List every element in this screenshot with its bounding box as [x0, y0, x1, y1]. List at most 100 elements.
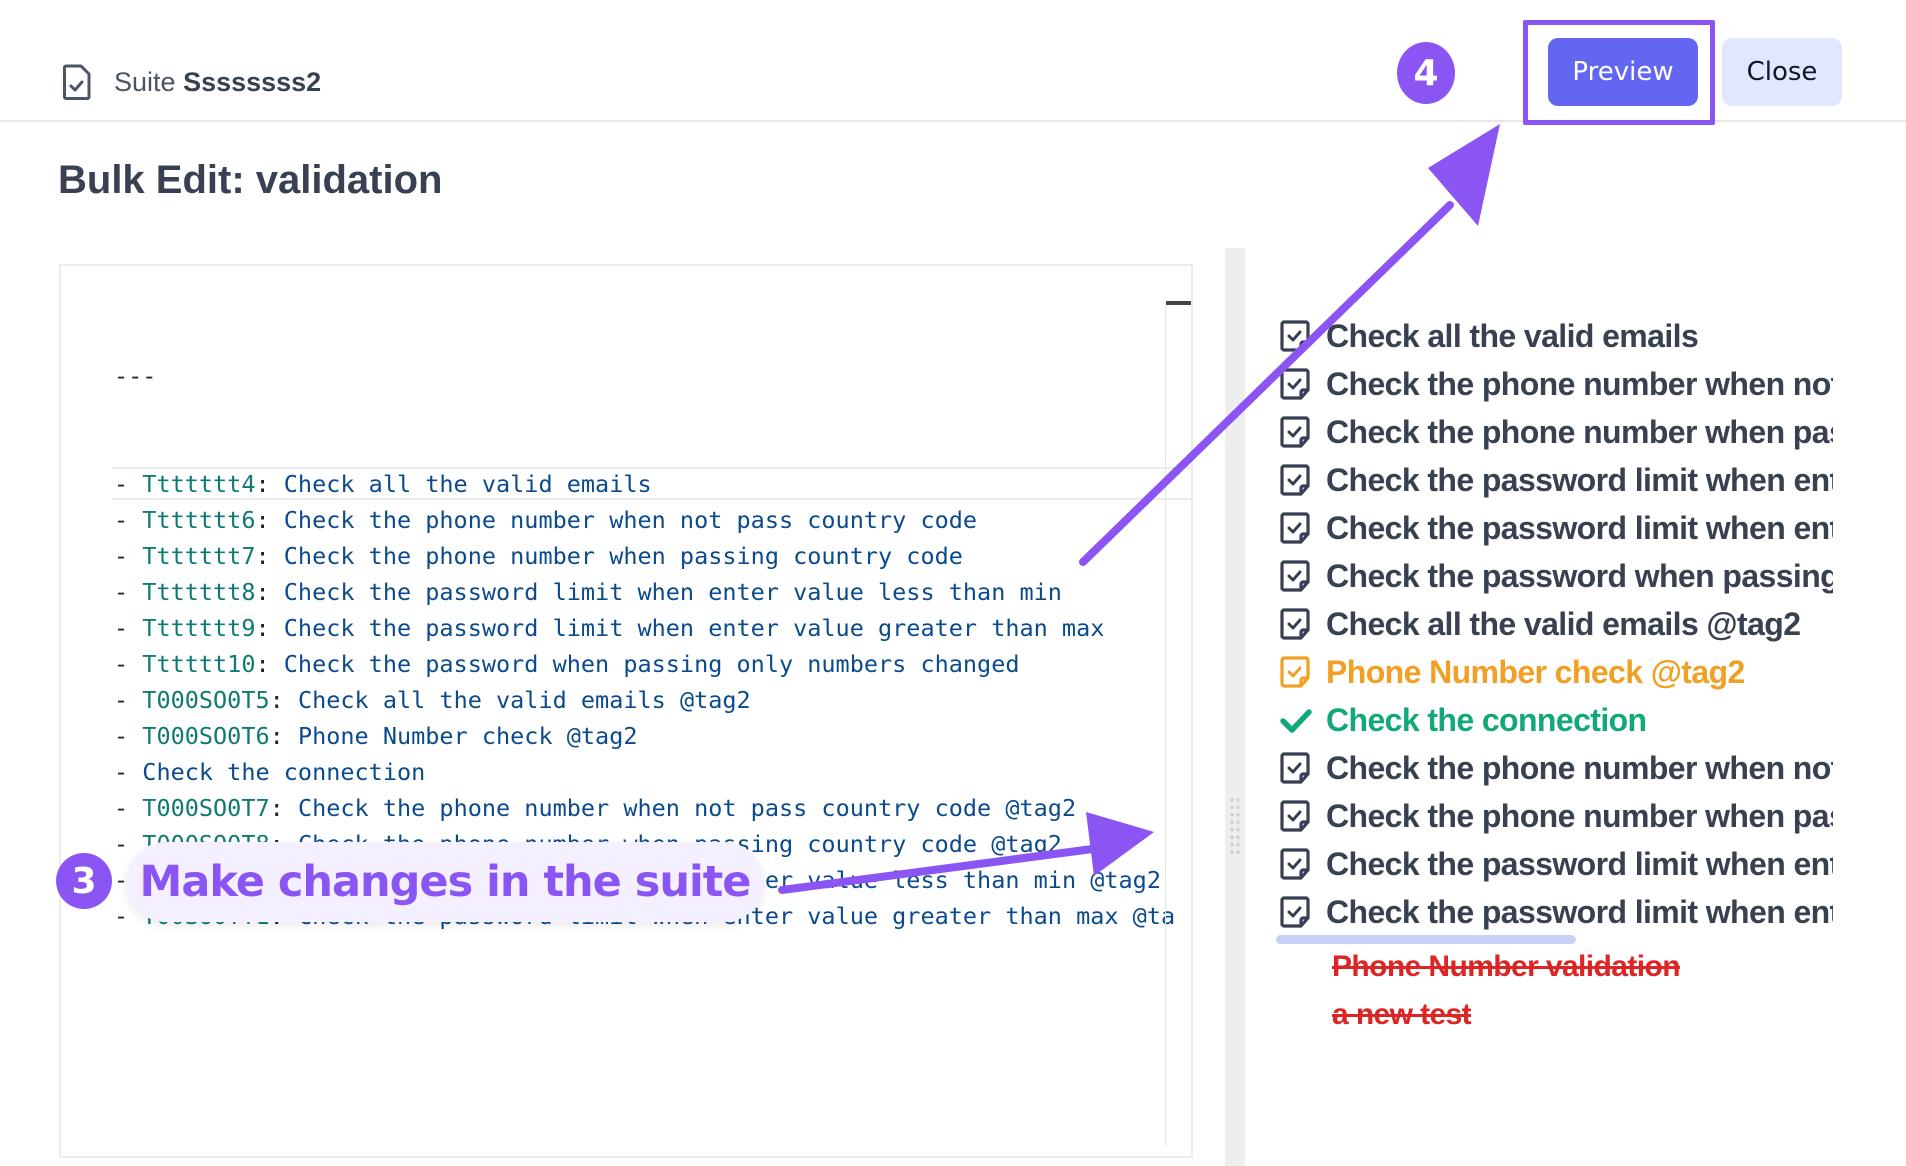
editor-code[interactable]: --- - Ttttttt4: Check all the valid emai… [111, 286, 1191, 934]
test-title: Check all the valid emails @tag2 [297, 686, 751, 714]
test-file-icon [1280, 752, 1310, 784]
editor-line: - Ttttttt6: Check the phone number when … [114, 502, 1175, 538]
test-title: Check the phone number when not pass cou… [297, 794, 1077, 822]
top-bar: Suite Ssssssss2 4 Preview Close [0, 0, 1906, 125]
preview-list: Check all the valid emails Check the phon… [1278, 312, 1833, 936]
key-colon: : [255, 506, 284, 534]
close-button[interactable]: Close [1722, 38, 1842, 106]
preview-item-unchanged: Check the password when passing o [1278, 552, 1833, 600]
suite-file-icon [63, 64, 91, 100]
preview-item-unchanged: Check the phone number when pas [1278, 408, 1833, 456]
editor-line: - Ttttttt9: Check the password limit whe… [114, 610, 1175, 646]
removed-test: Phone Number validation [1332, 950, 1681, 983]
test-title: Check the password when passing only num… [283, 650, 1020, 678]
preview-item-unchanged: Check the password limit when ent [1278, 840, 1833, 888]
test-file-icon [1280, 656, 1310, 688]
list-dash: - [114, 758, 143, 786]
test-id: T000SO0T6 [142, 722, 270, 750]
editor-line: - Check the connection [114, 754, 1175, 790]
list-dash: - [114, 722, 143, 750]
test-file-icon [1280, 896, 1310, 928]
list-dash: - [114, 506, 143, 534]
test-file-icon [1280, 800, 1310, 832]
preview-item-unchanged: Check the phone number when pas [1278, 792, 1833, 840]
list-dash: - [114, 650, 143, 678]
preview-scroll-indicator [1276, 935, 1576, 944]
test-file-icon [1280, 416, 1310, 448]
editor-line: - T000SO0T7: Check the phone number when… [114, 790, 1175, 826]
list-dash: - [114, 686, 143, 714]
list-dash: - [114, 578, 143, 606]
test-title: Check the password limit when enter valu… [283, 578, 1062, 606]
preview-item-title: Phone Number check @tag2 [1326, 653, 1745, 690]
preview-item-title: Check the password limit when ent [1326, 509, 1833, 546]
suite-prefix: Suite [114, 66, 176, 97]
test-file-icon [1280, 608, 1310, 640]
yaml-separator: --- [114, 362, 157, 390]
suite-title: Suite Ssssssss2 [114, 67, 321, 98]
preview-button[interactable]: Preview [1548, 38, 1698, 106]
panel-splitter[interactable] [1225, 248, 1245, 1166]
test-id: Tttttt10 [142, 650, 256, 678]
test-id: Ttttttt6 [142, 506, 256, 534]
yaml-editor[interactable]: --- - Ttttttt4: Check all the valid emai… [59, 264, 1193, 1158]
editor-line: - T000SO0T6: Phone Number check @tag2 [114, 718, 1175, 754]
preview-item-unchanged: Check the password limit when ent [1278, 504, 1833, 552]
test-title: Check the connection [142, 758, 426, 786]
preview-item-title: Check the password limit when ent [1326, 845, 1833, 882]
editor-line: - Tttttt10: Check the password when pass… [114, 646, 1175, 682]
preview-item-unchanged: Check the password limit when ent [1278, 888, 1833, 936]
preview-item-unchanged: Check the phone number when not [1278, 360, 1833, 408]
test-title: Check the phone number when not pass cou… [283, 506, 978, 534]
preview-item-title: Check all the valid emails [1326, 317, 1699, 354]
preview-item-title: Check the password when passing o [1326, 557, 1833, 594]
page-title: Bulk Edit: validation [58, 158, 443, 202]
editor-line: - T000SO0T5: Check all the valid emails … [114, 682, 1175, 718]
editor-line: --- [114, 358, 1175, 394]
step-3-badge: 3 [56, 853, 112, 909]
test-file-icon [1280, 464, 1310, 496]
preview-item-title: Check the connection [1326, 701, 1647, 738]
preview-item-title: Check the phone number when not [1326, 365, 1833, 402]
suite-name: Ssssssss2 [183, 66, 322, 97]
editor-line: - Ttttttt7: Check the phone number when … [114, 538, 1175, 574]
key-colon: : [269, 722, 298, 750]
test-id: Ttttttt4 [142, 470, 256, 498]
test-file-icon [1280, 368, 1310, 400]
key-colon: : [269, 686, 298, 714]
test-id: Ttttttt9 [142, 614, 256, 642]
test-title: Check all the valid emails [283, 470, 652, 498]
preview-item-changed: Phone Number check @tag2 [1278, 648, 1833, 696]
test-title: Check the password limit when enter valu… [283, 614, 1105, 642]
step-4-badge: 4 [1397, 42, 1455, 104]
test-title: Phone Number check @tag2 [297, 722, 638, 750]
preview-item-title: Check the phone number when not [1326, 749, 1833, 786]
test-id: T000SO0T7 [142, 794, 270, 822]
test-file-icon [1280, 320, 1310, 352]
list-dash: - [114, 470, 143, 498]
key-colon: : [255, 614, 284, 642]
editor-scrollbar-track[interactable] [1165, 306, 1166, 1146]
test-id: Ttttttt8 [142, 578, 256, 606]
preview-item-title: Check all the valid emails @tag2 [1326, 605, 1801, 642]
key-colon: : [255, 542, 284, 570]
test-id: Ttttttt7 [142, 542, 256, 570]
preview-item-added: Check the connection [1278, 696, 1833, 744]
removed-test: a new test [1332, 998, 1472, 1031]
editor-scrollbar-thumb[interactable] [1166, 301, 1191, 305]
preview-item-unchanged: Check the phone number when not [1278, 744, 1833, 792]
test-file-icon [1280, 560, 1310, 592]
key-colon: : [255, 470, 284, 498]
splitter-grip-icon[interactable] [1229, 796, 1241, 856]
editor-line: - Ttttttt4: Check all the valid emails [111, 466, 1191, 502]
key-colon: : [255, 578, 284, 606]
key-colon: : [255, 650, 284, 678]
test-id: T000SO0T5 [142, 686, 270, 714]
list-dash: - [114, 794, 143, 822]
checkmark-icon [1280, 709, 1312, 733]
list-dash: - [114, 542, 143, 570]
preview-item-title: Check the phone number when pas [1326, 413, 1833, 450]
preview-item-unchanged: Check all the valid emails @tag2 [1278, 600, 1833, 648]
suite-breadcrumb: Suite Ssssssss2 [62, 64, 321, 100]
preview-item-title: Check the phone number when pas [1326, 797, 1833, 834]
